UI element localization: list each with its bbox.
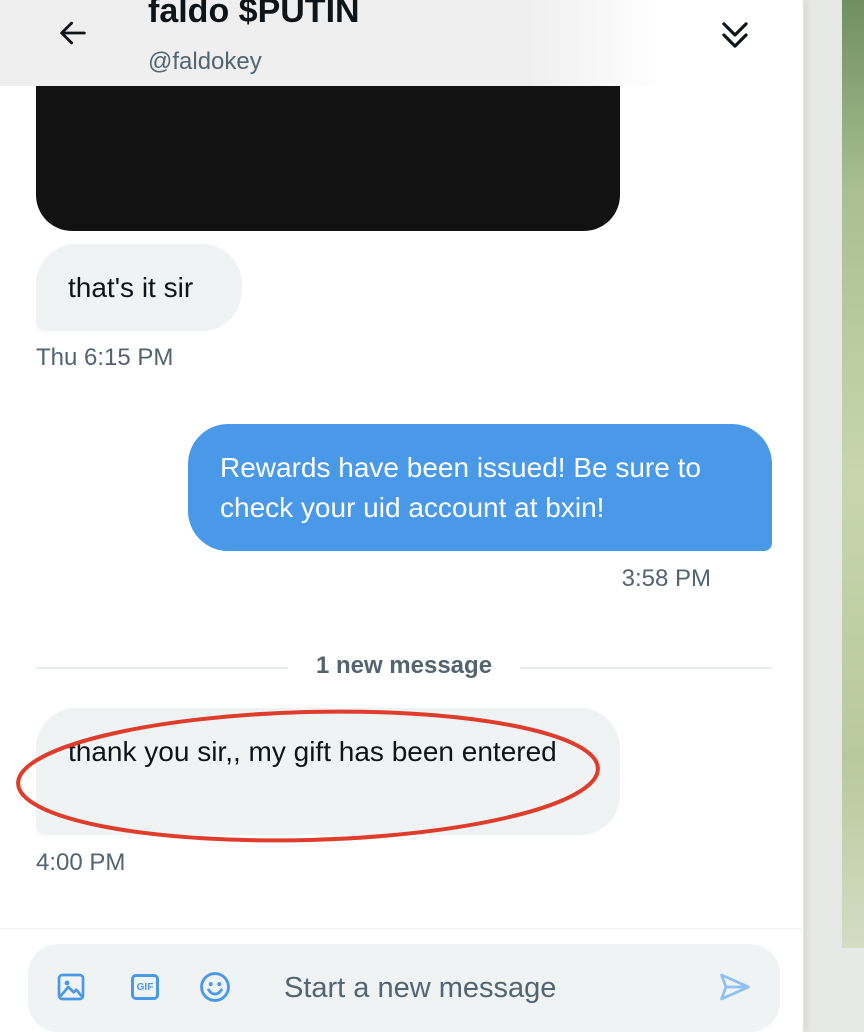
message-timestamp: 3:58 PM (621, 565, 711, 592)
message-timestamp: 4:00 PM (36, 849, 126, 876)
dm-conversation-panel: faldo $PUTIN @faldokey that's it sir Thu… (0, 0, 804, 1032)
message-timestamp: Thu 6:15 PM (36, 344, 174, 371)
message-composer: GIF (28, 944, 780, 1032)
message-bubble-incoming[interactable]: that's it sir (36, 244, 242, 331)
message-bubble-outgoing[interactable]: Rewards have been issued! Be sure to che… (188, 424, 772, 551)
add-gif-button[interactable]: GIF (124, 966, 166, 1008)
conversation-title[interactable]: faldo $PUTIN (148, 0, 360, 31)
arrow-left-icon (60, 21, 86, 45)
media-attachment[interactable] (36, 86, 620, 231)
back-button[interactable] (52, 12, 94, 54)
image-icon (57, 973, 85, 1001)
message-bubble-incoming[interactable]: thank you sir,, my gift has been entered (36, 708, 620, 835)
gif-icon: GIF (131, 974, 159, 1000)
divider-line (36, 667, 288, 669)
send-button[interactable] (714, 966, 756, 1008)
emoji-button[interactable] (194, 966, 236, 1008)
double-chevron-down-icon (722, 22, 748, 48)
divider-line (520, 667, 772, 669)
add-image-button[interactable] (50, 966, 92, 1008)
collapse-button[interactable] (712, 12, 758, 58)
composer-separator (0, 928, 804, 929)
new-message-divider: 1 new message (315, 652, 493, 679)
conversation-handle[interactable]: @faldokey (148, 48, 262, 76)
send-icon (720, 973, 750, 1001)
background-wallpaper-strip (842, 0, 864, 948)
emoji-icon (200, 972, 230, 1002)
message-input[interactable] (284, 966, 684, 1010)
conversation-header: faldo $PUTIN @faldokey (0, 0, 804, 86)
